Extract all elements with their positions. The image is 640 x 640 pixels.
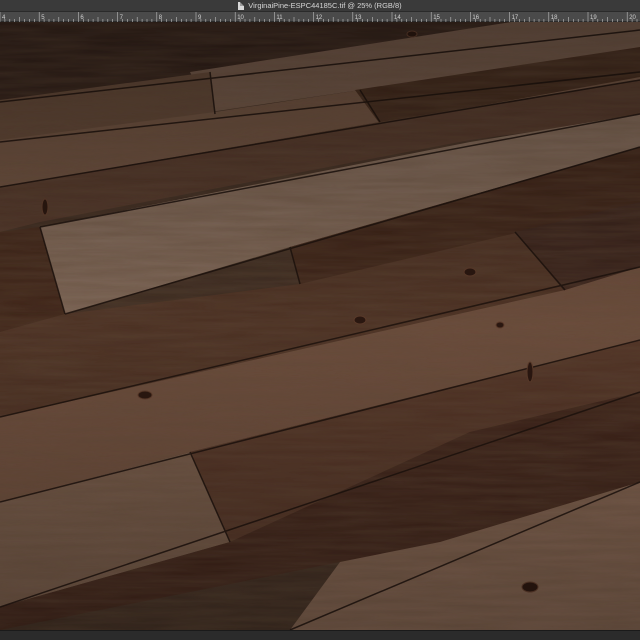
ruler-label: 5	[41, 15, 45, 21]
photoshop-window: VirginaiPine-ESPC44185C.tif @ 25% (RGB/8…	[0, 0, 640, 640]
ruler-label: 20	[629, 15, 636, 21]
wood-floor-image	[0, 22, 640, 630]
ruler-label: 17	[512, 15, 519, 21]
ruler-label: 8	[159, 15, 163, 21]
status-bar	[0, 630, 640, 640]
ruler-label: 16	[472, 15, 479, 21]
ruler-label: 11	[276, 15, 283, 21]
ruler-label: 15	[433, 15, 440, 21]
ruler-label: 13	[355, 15, 362, 21]
document-title: VirginaiPine-ESPC44185C.tif @ 25% (RGB/8…	[248, 0, 402, 10]
document-canvas[interactable]	[0, 22, 640, 630]
document-icon	[238, 1, 245, 10]
ruler-label: 7	[120, 15, 124, 21]
ruler-label: 14	[394, 15, 401, 21]
document-title-bar[interactable]: VirginaiPine-ESPC44185C.tif @ 25% (RGB/8…	[0, 0, 640, 12]
horizontal-ruler[interactable]: 4 5 6 7 8 9 10 11 12 13 14 15 16 17 18 19 20	[0, 12, 640, 22]
ruler-label: 18	[551, 15, 558, 21]
ruler-label: 19	[590, 15, 597, 21]
ruler-label: 6	[80, 15, 84, 21]
ruler-label: 4	[2, 15, 6, 21]
ruler-ticks: 4 5 6 7 8 9 10 11 12 13 14 15 16 17 18 19 20	[0, 12, 638, 22]
ruler-label: 12	[316, 15, 323, 21]
ruler-label: 10	[237, 15, 244, 21]
ruler-label: 9	[198, 15, 202, 21]
